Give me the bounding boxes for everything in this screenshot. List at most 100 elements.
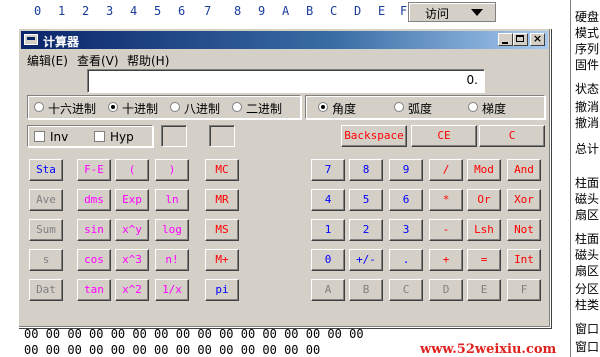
pi-button[interactable]: pi [205, 279, 239, 301]
mc-button[interactable]: MC [205, 159, 239, 181]
and-button[interactable]: And [507, 159, 541, 181]
digit-8-button[interactable]: 8 [349, 159, 383, 181]
ce-button[interactable]: CE [411, 125, 477, 147]
int-button[interactable]: Int [507, 249, 541, 271]
x-cubed-button[interactable]: x^3 [115, 249, 149, 271]
radio-indicator [468, 102, 478, 112]
reciprocal-button[interactable]: 1/x [155, 279, 189, 301]
dat-button[interactable]: Dat [29, 279, 63, 301]
x-pow-y-button[interactable]: x^y [115, 219, 149, 241]
side-label: 状态 [575, 82, 600, 96]
radio-label: 弧度 [408, 102, 433, 116]
radio-label: 二进制 [246, 102, 283, 116]
digit-7-button[interactable]: 7 [311, 159, 345, 181]
digit-2-button[interactable]: 2 [349, 219, 383, 241]
minimize-button[interactable] [498, 33, 513, 46]
hex-a-button[interactable]: A [311, 279, 345, 301]
menu-edit[interactable]: 编辑(E) [27, 52, 68, 69]
exp-button[interactable]: Exp [115, 189, 149, 211]
open-paren-button[interactable]: ( [115, 159, 149, 181]
hex-col-label: 1 [58, 4, 66, 18]
side-label: 模式 [575, 26, 600, 40]
calculator-app-icon [24, 34, 38, 45]
hex-e-button[interactable]: E [467, 279, 501, 301]
info-side-panel: 硬盘 模式 序列 固件 状态 撤消 撤消 总计 柱面 磁头 扇区 柱面 磁头 扇… [570, 0, 600, 357]
digit-0-button[interactable]: 0 [311, 249, 345, 271]
access-button-label: 访问 [425, 7, 450, 21]
not-button[interactable]: Not [507, 219, 541, 241]
hex-row: 00 00 00 00 00 00 00 00 00 00 00 00 00 0… [24, 327, 364, 341]
subtract-button[interactable]: - [429, 219, 463, 241]
divide-button[interactable]: / [429, 159, 463, 181]
digit-3-button[interactable]: 3 [389, 219, 423, 241]
cos-button[interactable]: cos [77, 249, 111, 271]
menu-help[interactable]: 帮助(H) [127, 52, 169, 69]
equals-button[interactable]: = [467, 249, 501, 271]
radio-indicator [394, 102, 404, 112]
ms-button[interactable]: MS [205, 219, 239, 241]
xor-button[interactable]: Xor [507, 189, 541, 211]
m-plus-button[interactable]: M+ [205, 249, 239, 271]
dms-button[interactable]: dms [77, 189, 111, 211]
add-button[interactable]: + [429, 249, 463, 271]
title-bar[interactable]: 计算器 × [21, 31, 548, 49]
digit-9-button[interactable]: 9 [389, 159, 423, 181]
access-dropdown-button[interactable]: 访问 [408, 2, 496, 22]
side-label: 撤消 [575, 100, 600, 114]
hex-col-label: 4 [130, 4, 138, 18]
side-label: 磁头 [575, 192, 600, 206]
close-button[interactable]: × [530, 33, 545, 46]
hex-col-label: 6 [178, 4, 186, 18]
radio-indicator [170, 102, 180, 112]
tan-button[interactable]: tan [77, 279, 111, 301]
mod-button[interactable]: Mod [467, 159, 501, 181]
s-button[interactable]: s [29, 249, 63, 271]
dropdown-arrow-icon [471, 9, 483, 16]
lsh-button[interactable]: Lsh [467, 219, 501, 241]
factorial-button[interactable]: n! [155, 249, 189, 271]
hex-c-button[interactable]: C [389, 279, 423, 301]
hex-b-button[interactable]: B [349, 279, 383, 301]
log-button[interactable]: log [155, 219, 189, 241]
radio-label: 八进制 [184, 102, 221, 116]
side-label: 分区 [575, 282, 600, 296]
close-paren-button[interactable]: ) [155, 159, 189, 181]
ln-button[interactable]: ln [155, 189, 189, 211]
sum-button[interactable]: Sum [29, 219, 63, 241]
hex-col-label: F [400, 4, 408, 18]
mr-button[interactable]: MR [205, 189, 239, 211]
digit-6-button[interactable]: 6 [389, 189, 423, 211]
multiply-button[interactable]: * [429, 189, 463, 211]
sin-button[interactable]: sin [77, 219, 111, 241]
display-value: 0. [466, 73, 478, 87]
hex-d-button[interactable]: D [429, 279, 463, 301]
sta-button[interactable]: Sta [29, 159, 63, 181]
digit-1-button[interactable]: 1 [311, 219, 345, 241]
hex-col-label: 3 [106, 4, 114, 18]
x-squared-button[interactable]: x^2 [115, 279, 149, 301]
watermark-text: www.52weixiu.com [420, 342, 557, 357]
hex-col-label: 7 [204, 4, 212, 18]
fe-button[interactable]: F-E [77, 159, 111, 181]
menu-view[interactable]: 查看(V) [77, 52, 119, 69]
radio-label: 角度 [332, 102, 357, 116]
digit-5-button[interactable]: 5 [349, 189, 383, 211]
ave-button[interactable]: Ave [29, 189, 63, 211]
radio-indicator [34, 102, 44, 112]
backspace-button[interactable]: Backspace [341, 125, 407, 147]
radio-indicator [108, 102, 118, 112]
side-label: 窗口 [575, 340, 600, 354]
side-label: 柱面 [575, 232, 600, 246]
side-label: 固件 [575, 58, 600, 72]
or-button[interactable]: Or [467, 189, 501, 211]
decimal-button[interactable]: . [389, 249, 423, 271]
side-label: 硬盘 [575, 10, 600, 24]
clear-button[interactable]: C [479, 125, 545, 147]
hex-col-label: B [306, 4, 314, 18]
radio-label: 十进制 [122, 102, 159, 116]
radio-label: 十六进制 [48, 102, 97, 116]
maximize-button[interactable] [513, 33, 528, 46]
negate-button[interactable]: +/- [349, 249, 383, 271]
hex-f-button[interactable]: F [507, 279, 541, 301]
digit-4-button[interactable]: 4 [311, 189, 345, 211]
